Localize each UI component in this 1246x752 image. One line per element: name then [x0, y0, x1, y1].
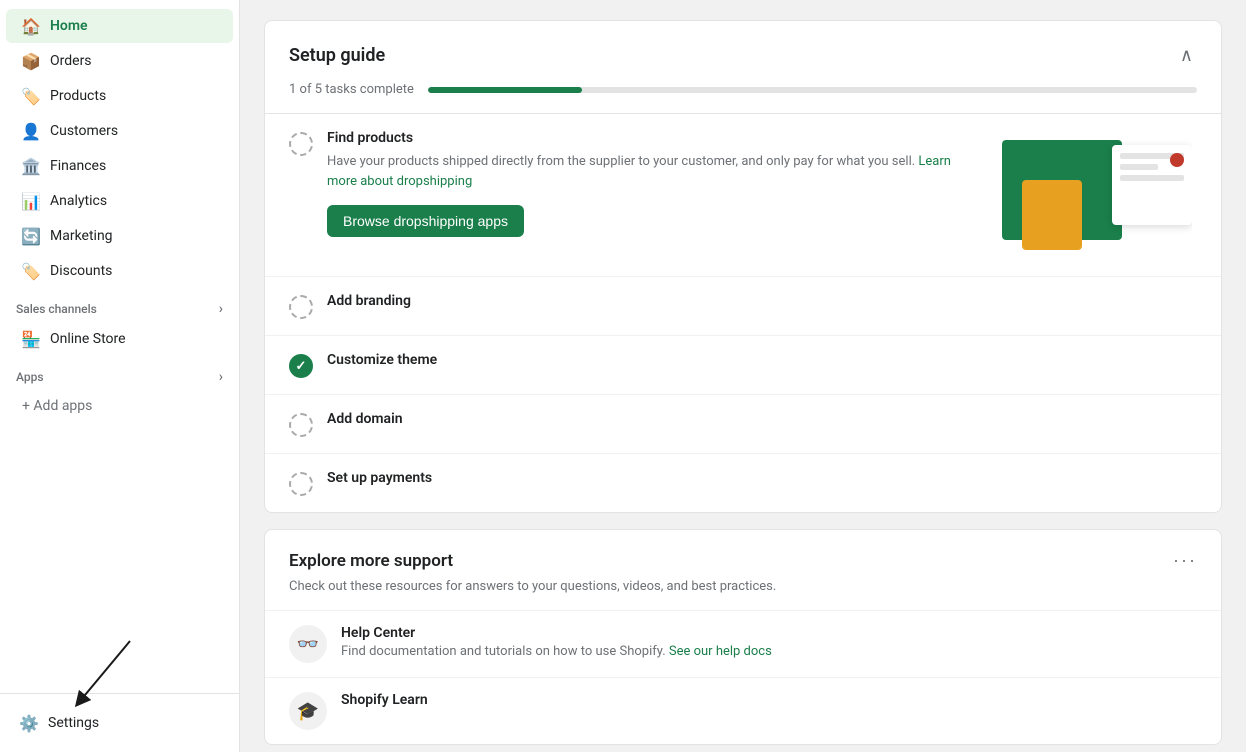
- task-find-products-title: Find products: [327, 130, 983, 146]
- sales-channels-chevron: ›: [219, 301, 223, 317]
- task-set-up-payments-title: Set up payments: [327, 470, 432, 486]
- orders-icon: 📦: [22, 52, 40, 70]
- products-icon: 🏷️: [22, 87, 40, 105]
- sidebar-item-discounts-label: Discounts: [50, 263, 112, 279]
- task-find-products-illustration: [997, 130, 1197, 260]
- task-circle-find-products: [289, 132, 313, 156]
- finances-icon: 🏛️: [22, 157, 40, 175]
- settings-icon: ⚙️: [20, 714, 38, 732]
- support-item-shopify-learn[interactable]: 🎓 Shopify Learn: [265, 677, 1221, 744]
- task-add-branding-title: Add branding: [327, 293, 411, 309]
- sidebar-item-orders-label: Orders: [50, 53, 92, 69]
- collapse-button[interactable]: ∧: [1176, 41, 1197, 70]
- task-find-products-content: Find products Have your products shipped…: [327, 130, 983, 237]
- sidebar-item-discounts[interactable]: 🏷️ Discounts: [6, 254, 233, 288]
- sidebar-item-analytics-label: Analytics: [50, 193, 107, 209]
- help-docs-link[interactable]: See our help docs: [669, 644, 772, 659]
- explore-support-subtitle: Check out these resources for answers to…: [265, 579, 1221, 610]
- task-customize-theme[interactable]: Customize theme: [265, 336, 1221, 395]
- sidebar-item-finances-label: Finances: [50, 158, 106, 174]
- support-item-help-center[interactable]: 👓 Help Center Find documentation and tut…: [265, 610, 1221, 677]
- apps-chevron: ›: [219, 369, 223, 385]
- sidebar-item-home-label: Home: [50, 18, 88, 34]
- discounts-icon: 🏷️: [22, 262, 40, 280]
- sidebar-item-online-store-label: Online Store: [50, 331, 126, 347]
- help-center-title: Help Center: [341, 625, 772, 641]
- sidebar-item-analytics[interactable]: 📊 Analytics: [6, 184, 233, 218]
- apps-label: Apps: [16, 370, 44, 384]
- sidebar-item-products-label: Products: [50, 88, 106, 104]
- illus-line-2: [1120, 164, 1158, 170]
- setup-guide-card: Setup guide ∧ 1 of 5 tasks complete Find…: [264, 20, 1222, 513]
- sidebar-item-finances[interactable]: 🏛️ Finances: [6, 149, 233, 183]
- setup-guide-title: Setup guide: [289, 45, 385, 66]
- illustration: [1002, 130, 1192, 260]
- task-circle-branding: [289, 295, 313, 319]
- sidebar-item-customers[interactable]: 👤 Customers: [6, 114, 233, 148]
- sidebar-item-marketing-label: Marketing: [50, 228, 113, 244]
- sales-channels-label: Sales channels: [16, 302, 97, 316]
- apps-section[interactable]: Apps ›: [0, 357, 239, 389]
- shopify-learn-icon: 🎓: [289, 692, 327, 730]
- explore-support-title: Explore more support: [289, 551, 453, 571]
- shopify-learn-title: Shopify Learn: [341, 692, 428, 708]
- sidebar-bottom: ⚙️ Settings: [0, 693, 239, 752]
- sales-channels-section[interactable]: Sales channels ›: [0, 289, 239, 321]
- task-circle-theme: [289, 354, 313, 378]
- sidebar-item-online-store[interactable]: 🏪 Online Store: [6, 322, 233, 356]
- sidebar-item-home[interactable]: 🏠 Home: [6, 9, 233, 43]
- progress-bar: [428, 87, 1197, 93]
- sidebar: 🏠 Home 📦 Orders 🏷️ Products 👤 Customers …: [0, 0, 240, 752]
- progress-text: 1 of 5 tasks complete: [289, 82, 414, 97]
- sidebar-nav: 🏠 Home 📦 Orders 🏷️ Products 👤 Customers …: [0, 0, 239, 693]
- task-circle-domain: [289, 413, 313, 437]
- home-icon: 🏠: [22, 17, 40, 35]
- sidebar-item-products[interactable]: 🏷️ Products: [6, 79, 233, 113]
- sidebar-footer: ⚙️ Settings: [0, 693, 239, 752]
- help-center-content: Help Center Find documentation and tutor…: [341, 625, 772, 659]
- explore-support-card: Explore more support ··· Check out these…: [264, 529, 1222, 745]
- illus-line-3: [1120, 175, 1184, 181]
- sidebar-item-marketing[interactable]: 🔄 Marketing: [6, 219, 233, 253]
- sidebar-item-add-apps[interactable]: + Add apps: [6, 390, 233, 422]
- setup-guide-header: Setup guide ∧: [265, 21, 1221, 82]
- illus-box: [1022, 180, 1082, 250]
- task-circle-payments: [289, 472, 313, 496]
- help-center-icon: 👓: [289, 625, 327, 663]
- dropshipping-link[interactable]: Learn more about dropshipping: [327, 154, 951, 189]
- help-center-desc: Find documentation and tutorials on how …: [341, 644, 772, 659]
- task-add-domain[interactable]: Add domain: [265, 395, 1221, 454]
- sidebar-item-orders[interactable]: 📦 Orders: [6, 44, 233, 78]
- illus-pin: [1170, 153, 1184, 167]
- customers-icon: 👤: [22, 122, 40, 140]
- tasks-list: Find products Have your products shipped…: [265, 114, 1221, 512]
- add-apps-label: + Add apps: [22, 398, 92, 414]
- analytics-icon: 📊: [22, 192, 40, 210]
- marketing-icon: 🔄: [22, 227, 40, 245]
- sidebar-item-settings[interactable]: ⚙️ Settings: [16, 706, 223, 740]
- progress-section: 1 of 5 tasks complete: [265, 82, 1221, 114]
- sidebar-item-customers-label: Customers: [50, 123, 118, 139]
- browse-dropshipping-button[interactable]: Browse dropshipping apps: [327, 205, 524, 237]
- sidebar-item-settings-label: Settings: [48, 715, 99, 731]
- task-add-domain-title: Add domain: [327, 411, 403, 427]
- progress-bar-fill: [428, 87, 582, 93]
- main-content: Setup guide ∧ 1 of 5 tasks complete Find…: [240, 0, 1246, 752]
- explore-support-header: Explore more support ···: [265, 530, 1221, 579]
- task-find-products-desc: Have your products shipped directly from…: [327, 152, 983, 191]
- task-set-up-payments[interactable]: Set up payments: [265, 454, 1221, 512]
- shopify-learn-content: Shopify Learn: [341, 692, 428, 711]
- explore-more-options-button[interactable]: ···: [1173, 550, 1197, 571]
- illus-card: [1112, 145, 1192, 225]
- online-store-icon: 🏪: [22, 330, 40, 348]
- task-find-products[interactable]: Find products Have your products shipped…: [265, 114, 1221, 277]
- task-customize-theme-title: Customize theme: [327, 352, 437, 368]
- task-add-branding[interactable]: Add branding: [265, 277, 1221, 336]
